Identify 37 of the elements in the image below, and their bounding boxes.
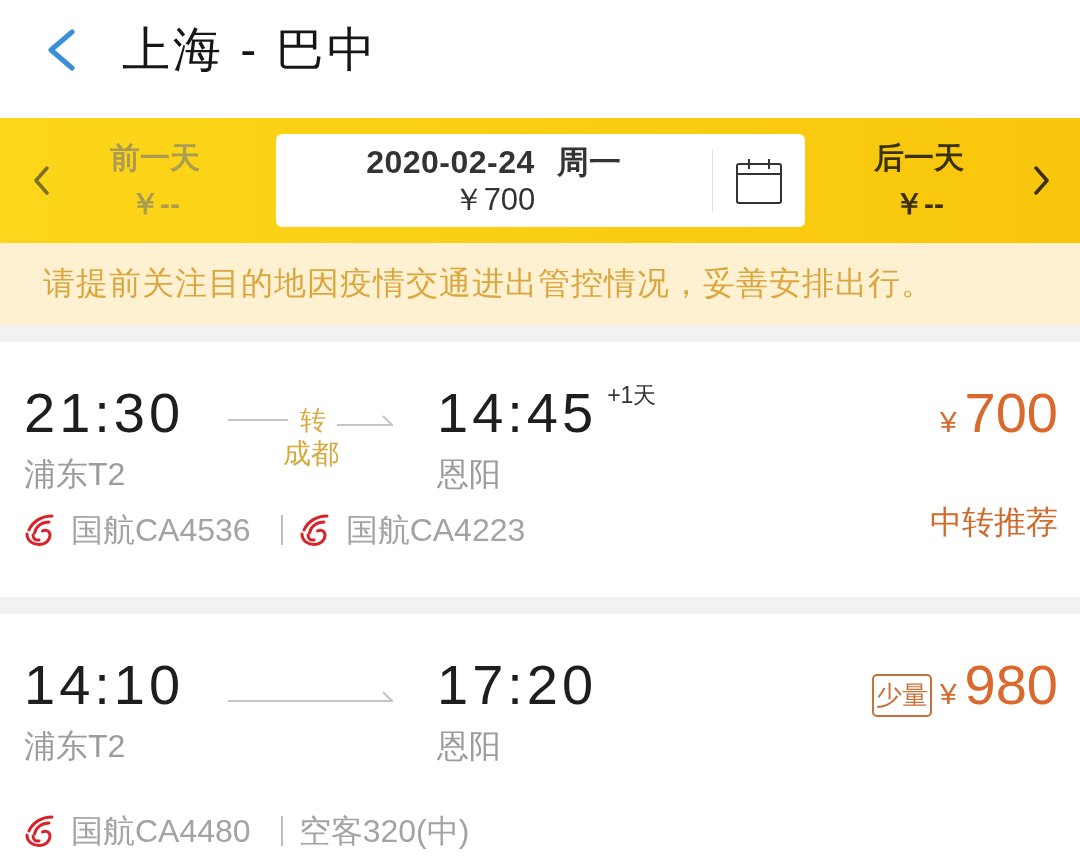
chevron-left-icon (33, 166, 50, 195)
arrival-airport: 恩阳 (437, 727, 501, 766)
transfer-label: 转 (299, 404, 326, 437)
flight-number: 国航CA4223 (345, 511, 526, 550)
route-title: 上海 - 巴中 (122, 22, 378, 78)
calendar-icon[interactable] (736, 157, 782, 204)
flight-number: 国航CA4480 (71, 812, 251, 851)
flight-number: 国航CA4536 (71, 511, 251, 550)
flight-card[interactable]: 14:10 17:20 少量 ¥980 浦东T2 恩阳 国航CA4480 空客320(中) (0, 614, 1080, 856)
departure-time: 14:10 (24, 657, 185, 718)
aircraft-type: 空客320(中) (298, 812, 470, 851)
chevron-left-icon (46, 29, 76, 71)
arrival-time: 17:20 (437, 657, 598, 713)
departure-airport: 浦东T2 (24, 727, 126, 766)
swirl-logo-icon (24, 514, 54, 546)
route-line (228, 419, 288, 421)
price-text: 700 (964, 385, 1058, 441)
weekday-text: 周一 (556, 142, 622, 181)
currency-symbol: ¥ (939, 404, 957, 440)
lowest-price: ￥700 (452, 180, 536, 219)
transfer-city: 成都 (282, 437, 339, 471)
next-day-button[interactable]: 后一天 ￥-- (805, 118, 1080, 243)
departure-airport: 浦东T2 (24, 455, 126, 494)
chevron-right-icon (1033, 166, 1050, 195)
day-offset: +1天 (607, 382, 657, 408)
availability-tag: 少量 (871, 674, 932, 717)
date-text: 2020-02-24 (366, 142, 535, 181)
swirl-logo-icon (298, 514, 329, 546)
date-selector[interactable]: 2020-02-24 周一 ￥700 (276, 134, 805, 227)
recommendation-tag: 中转推荐 (930, 502, 1058, 542)
departure-time: 21:30 (24, 385, 185, 446)
price-text: 980 (964, 657, 1058, 713)
notice-banner: 请提前关注目的地因疫情交通进出管控情况，妥善安排出行。 (0, 243, 1080, 325)
arrival-airport: 恩阳 (437, 455, 501, 494)
currency-symbol: ¥ (939, 676, 957, 712)
arrival-time: 14:45 (437, 385, 598, 441)
swirl-logo-icon (24, 815, 54, 847)
